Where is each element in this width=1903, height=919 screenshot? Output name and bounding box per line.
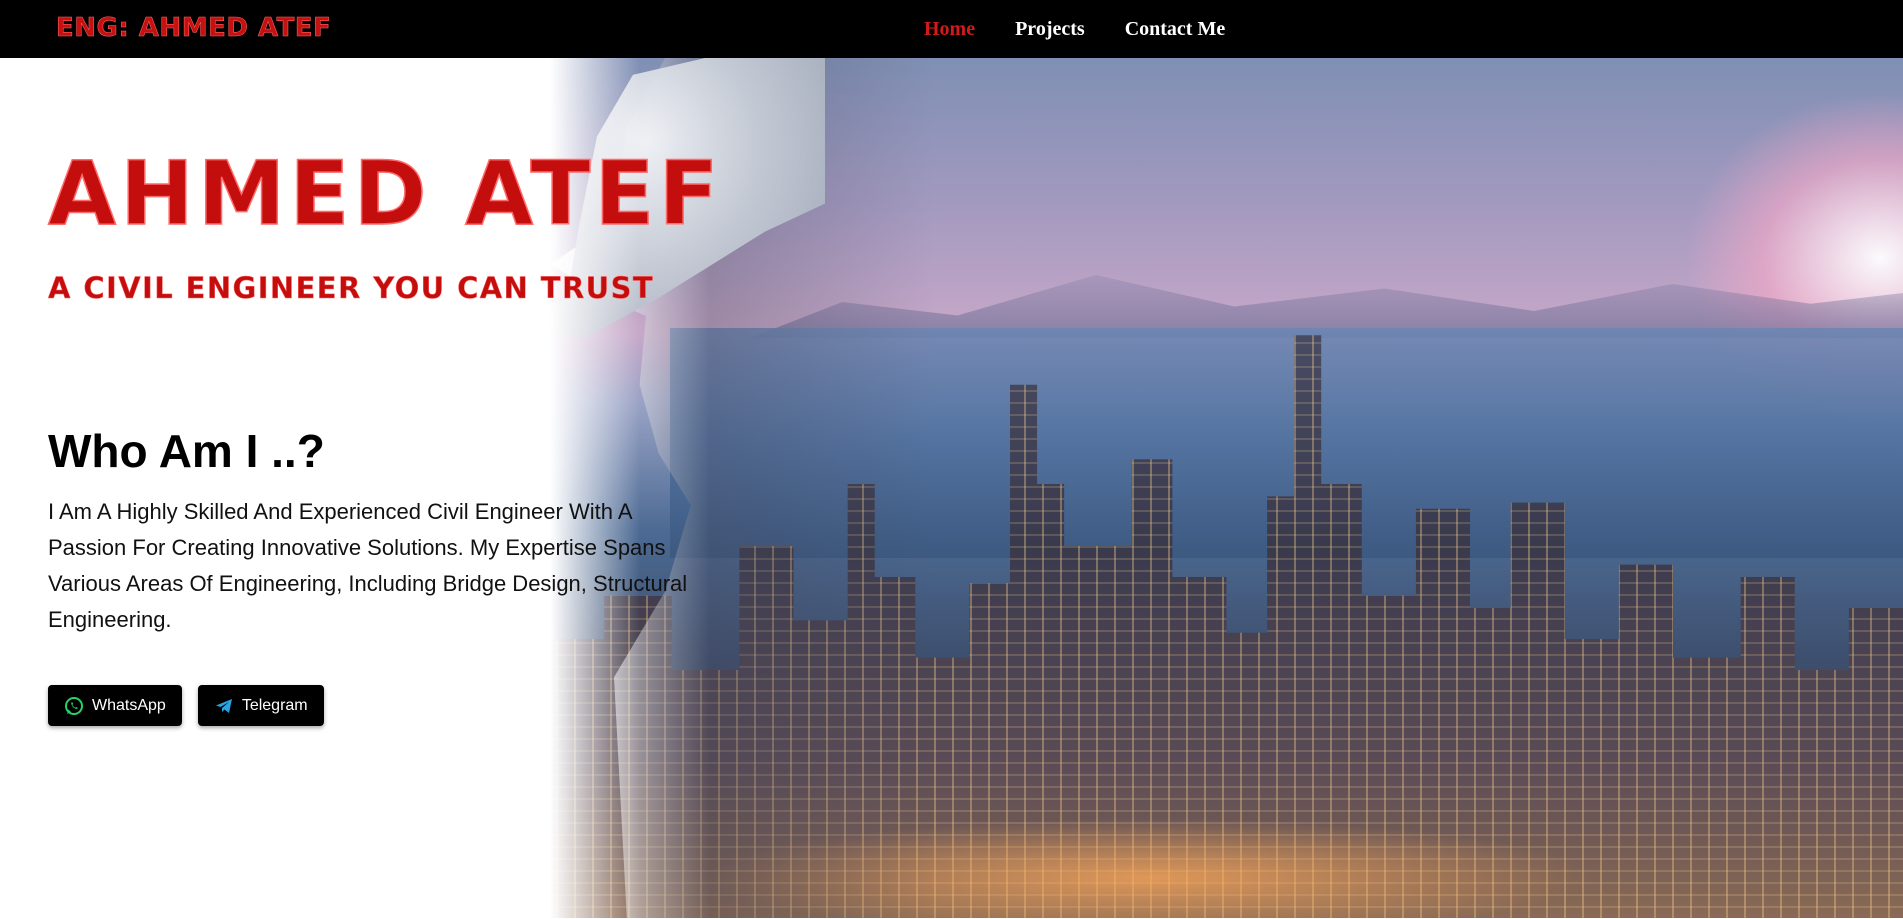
whatsapp-label: WhatsApp bbox=[92, 696, 166, 714]
hero-subtitle: A CIVIL ENGINEER YOU CAN TRUST bbox=[48, 271, 655, 306]
whatsapp-button[interactable]: WhatsApp bbox=[48, 685, 182, 726]
nav-link-contact[interactable]: Contact Me bbox=[1125, 18, 1226, 41]
telegram-label: Telegram bbox=[241, 696, 308, 714]
brand-logo[interactable]: ENG: AHMED ATEF bbox=[56, 13, 331, 44]
hero-title: AHMED ATEF bbox=[47, 142, 723, 245]
about-text: I Am A Highly Skilled And Experienced Ci… bbox=[48, 499, 688, 632]
about-heading: Who Am I ..? bbox=[48, 425, 325, 477]
telegram-icon bbox=[214, 696, 234, 716]
navbar: ENG: AHMED ATEF Home Projects Contact Me bbox=[0, 0, 1903, 58]
nav-menu: Home Projects Contact Me bbox=[924, 18, 1225, 41]
contact-buttons: WhatsApp Telegram bbox=[48, 685, 324, 726]
nav-link-home[interactable]: Home bbox=[924, 18, 975, 41]
telegram-button[interactable]: Telegram bbox=[197, 685, 324, 726]
hero-image bbox=[550, 58, 1903, 918]
whatsapp-icon bbox=[64, 696, 84, 716]
nav-link-projects[interactable]: Projects bbox=[1015, 18, 1085, 41]
